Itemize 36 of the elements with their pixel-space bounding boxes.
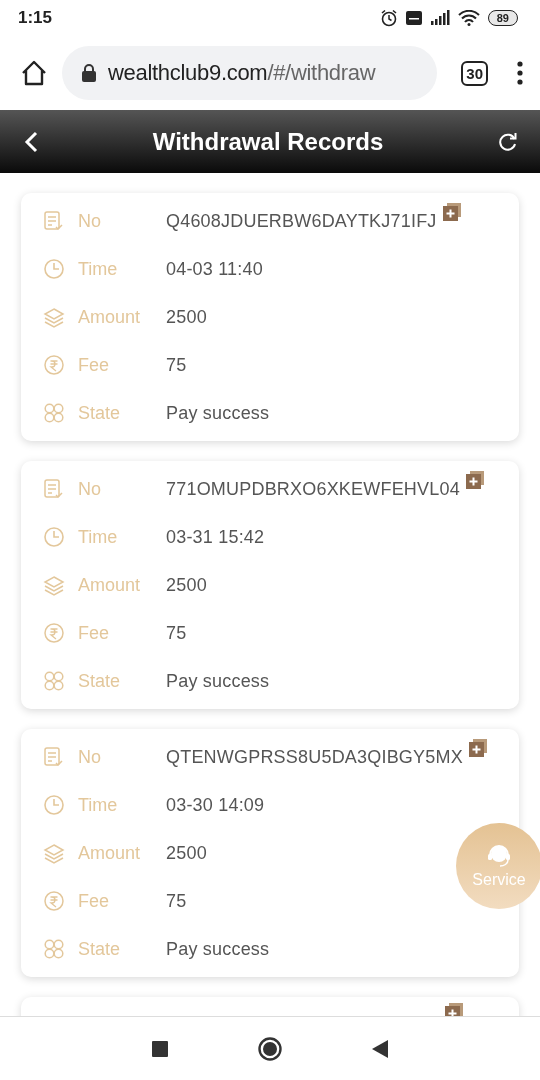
field-value: 75 [166,890,187,912]
battery-indicator: 89 [487,10,518,26]
field-label: No [78,478,102,500]
status-time: 1:15 [18,8,53,28]
field-label: Time [78,794,119,816]
url-text: wealthclub9.com/#/withdraw [108,60,376,86]
field-label: No [78,210,102,232]
field-label: No [78,746,102,768]
field-label: Amount [78,842,142,864]
field-value: Q4608JDUERBW6DAYTKJ71IFJ [166,210,437,232]
field-label: Time [78,258,119,280]
field-value: Pay success [166,402,270,424]
field-label: State [78,938,122,960]
field-value: 771OMUPDBRXO6XKEWFEHVL04 [166,478,460,500]
field-value: 75 [166,622,187,644]
page-title: Withdrawal Records [152,127,384,156]
field-value: 75 [166,354,187,376]
field-value: Pay success [166,938,270,960]
field-label: Fee [78,354,111,376]
field-label: Fee [78,622,111,644]
field-value: Pay success [166,670,270,692]
field-value: 04-03 11:40 [166,258,263,280]
tab-count-button[interactable]: 30 [461,60,488,86]
field-label: State [78,670,122,692]
field-value: 2500 [166,574,207,596]
field-label: Amount [78,306,142,328]
field-label: Time [78,526,119,548]
field-value: 03-30 14:09 [166,794,265,816]
field-value: 2500 [166,842,207,864]
field-label: Fee [78,890,111,912]
field-value: QTENWGPRSS8U5DA3QIBGY5MX [166,746,463,768]
address-bar[interactable]: wealthclub9.com/#/withdraw [62,46,438,100]
field-label: State [78,402,122,424]
field-value: 03-31 15:42 [166,526,265,548]
field-label: Amount [78,574,142,596]
field-value: 2500 [166,306,207,328]
